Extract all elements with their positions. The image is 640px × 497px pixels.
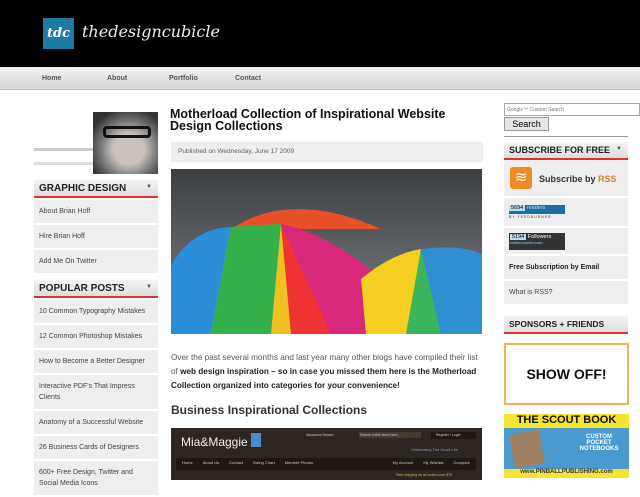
readers-label: readers [526,205,546,211]
twittercounter-label: twittercounter.com [510,240,543,245]
shot-menu-item: Member Photos [284,460,313,465]
widget-title: SUBSCRIBE FOR FREE [509,145,611,155]
search-button[interactable]: Search [504,117,549,131]
shot-brand: Mia&Maggie [181,435,248,449]
photo-stripe [34,148,94,151]
list-item[interactable]: 26 Business Cards of Designers [34,436,158,461]
list-item[interactable]: Add Me On Twitter [34,250,158,275]
shot-shipping: Free shipping on all orders over $75 [396,473,453,477]
shot-search: Search entire store here... [359,432,421,438]
umbrella-image [171,169,482,334]
scout-tagline: CUSTOM POCKET NOTEBOOKS [579,434,619,452]
nav-home[interactable]: Home [42,75,61,82]
shot-menu: Home About Us Contact Sizing Chart Member Ph… [176,458,476,470]
scout-title: THE SCOUT BOOK [504,414,629,428]
rss-icon: ≋ [510,167,532,189]
rss-text: RSS [598,174,617,184]
shot-menu-item: Home [182,460,193,465]
sponsors-widget: SPONSORS + FRIENDS [504,316,628,334]
widget-header[interactable]: POPULAR POSTS ▼ [34,280,158,298]
intro-bold: web design inspiration – so in case you … [171,367,477,390]
list-item[interactable]: 12 Common Photoshop Mistakes [34,325,158,350]
search-input[interactable] [504,103,640,116]
shot-adv-search: Advanced Search [306,433,334,437]
graphic-design-widget: GRAPHIC DESIGN ▼ About Brian Hoff Hire Br… [34,180,158,275]
list-item[interactable]: About Brian Hoff [34,200,158,225]
list-item[interactable]: Anatomy of a Successful Website [34,411,158,436]
shot-login: Register / Login [431,432,476,439]
divider [504,136,628,137]
list-item[interactable]: Interactive PDF's That Impress Clients [34,375,158,411]
shot-menu-item: Compare [453,460,470,465]
post-title[interactable]: Motherload Collection of Inspirational W… [170,108,480,133]
readers-count: 5694 [509,205,526,211]
post-date: Published on Wednesday, June 17 2009 [171,142,483,162]
followers-badge: 5194 Followers twittercounter.com [509,233,565,250]
showoff-ad[interactable]: SHOW OFF! [504,343,629,405]
widget-title: SPONSORS + FRIENDS [509,319,605,329]
twittercounter-badge[interactable]: 5194 Followers twittercounter.com [504,228,628,256]
notebook-image [509,429,545,469]
shot-tagline: Celebrating The Good Life [411,447,458,452]
chevron-down-icon: ▼ [146,184,152,190]
feedburner-badge[interactable]: 5694 readers BY FEEDBURNER [504,198,628,228]
subscribe-rss[interactable]: ≋ Subscribe by RSS [504,160,628,198]
photo-stripe [34,162,94,165]
chevron-down-icon: ▼ [616,146,622,152]
miamaggie-screenshot[interactable]: Mia&Maggie Advanced Search Search entire… [171,428,482,480]
shot-menu-item: My Wishlist [423,460,444,465]
subscribe-rss-label: Subscribe by RSS [539,174,617,184]
nav-contact[interactable]: Contact [235,75,261,82]
main-nav: Home About Portfolio Contact [0,67,640,90]
umbrellas-illustration [171,209,482,334]
widget-title: POPULAR POSTS [39,283,125,294]
widget-header[interactable]: GRAPHIC DESIGN ▼ [34,180,158,198]
feedburner-label: BY FEEDBURNER [509,215,552,219]
list-item[interactable]: How to Become a Better Designer [34,350,158,375]
subscribe-widget: SUBSCRIBE FOR FREE ▼ ≋ Subscribe by RSS 5… [504,142,628,306]
popular-posts-widget: POPULAR POSTS ▼ 10 Common Typography Mist… [34,280,158,497]
widget-title: GRAPHIC DESIGN [39,183,127,194]
logo-mark[interactable]: tdc [43,18,74,49]
list-item[interactable]: 600+ Free Design, Twitter and Social Med… [34,461,158,497]
nav-portfolio[interactable]: Portfolio [169,75,198,82]
dog-icon [251,433,261,447]
section-heading: Business Inspirational Collections [171,403,368,417]
readers-count-badge: 5694 readers [509,205,565,214]
widget-header[interactable]: SPONSORS + FRIENDS [504,316,628,334]
shot-menu-item: My Account [392,460,414,465]
what-is-rss-link[interactable]: What is RSS? [504,281,628,306]
subscribe-text: Subscribe by [539,174,599,184]
scout-book-ad[interactable]: THE SCOUT BOOK CUSTOM POCKET NOTEBOOKS w… [504,414,629,478]
chevron-down-icon: ▼ [146,284,152,290]
post-intro: Over the past several months and last ye… [171,351,483,393]
site-name[interactable]: thedesigncubicle [82,22,220,41]
shot-menu-item: About Us [202,460,220,465]
list-item[interactable]: 10 Common Typography Mistakes [34,300,158,325]
shot-menu-item: Sizing Chart [252,460,275,465]
nav-about[interactable]: About [107,75,127,82]
shot-menu-item: Contact [229,460,243,465]
email-subscription-link[interactable]: Free Subscription by Email [504,256,628,281]
author-photo [93,112,158,174]
glasses-icon [103,126,151,138]
scout-url: www.PINBALLPUBLISHING.com [504,469,629,478]
widget-header[interactable]: SUBSCRIBE FOR FREE ▼ [504,142,628,160]
list-item[interactable]: Hire Brian Hoff [34,225,158,250]
